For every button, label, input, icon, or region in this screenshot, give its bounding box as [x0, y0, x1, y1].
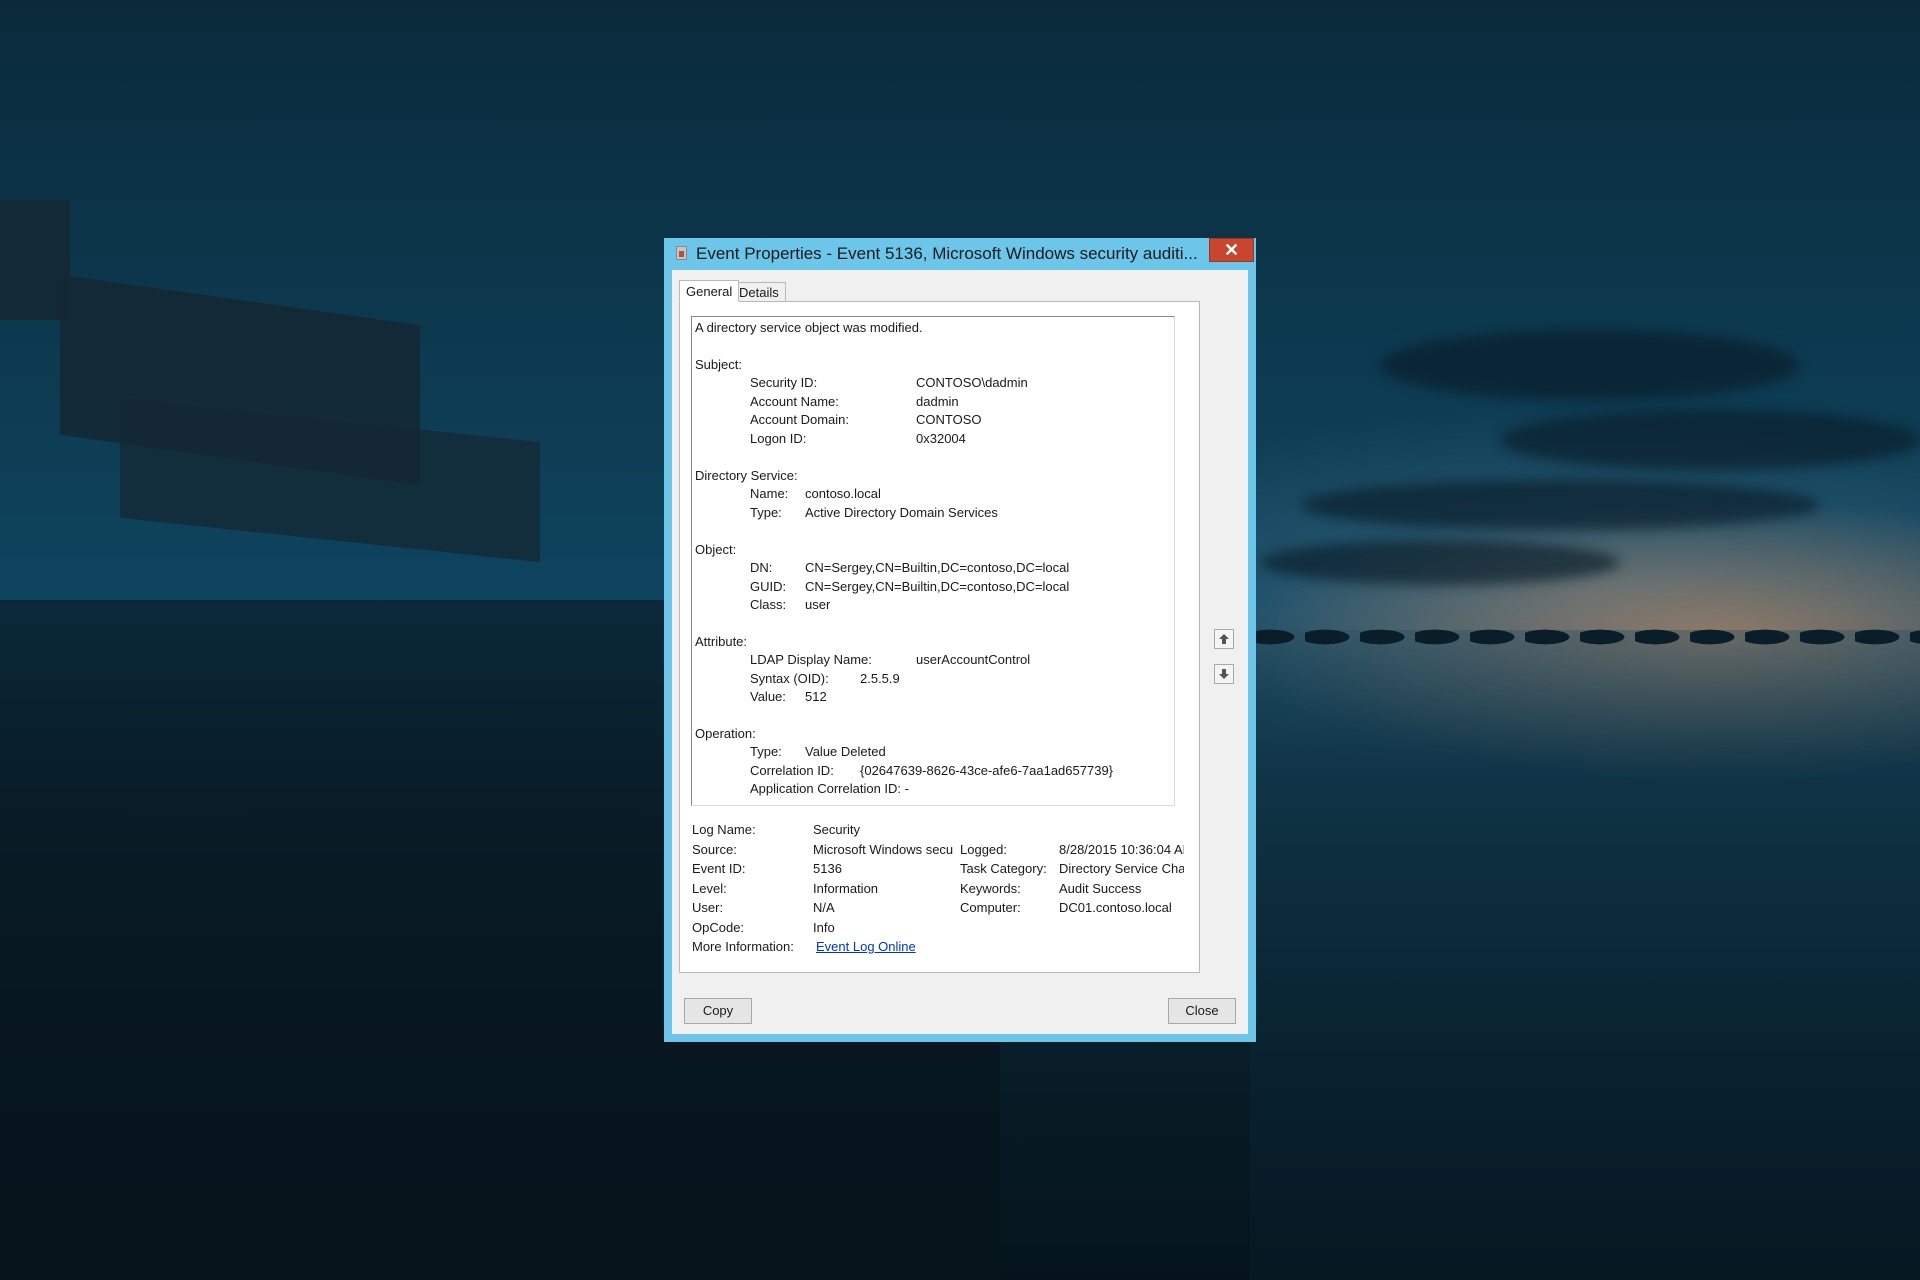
computer-value: DC01.contoso.local [1059, 900, 1172, 915]
operation-heading: Operation: [695, 726, 756, 741]
correlation-id-value: {02647639-8626-43ce-afe6-7aa1ad657739} [860, 763, 1114, 778]
event-log-online-link[interactable]: Event Log Online [816, 939, 916, 954]
event-id-label: Event ID: [692, 861, 746, 876]
account-name-value: dadmin [916, 394, 959, 409]
directory-service-heading: Directory Service: [695, 468, 798, 483]
account-name-label: Account Name: [750, 394, 839, 409]
attribute-heading: Attribute: [695, 634, 748, 649]
window-close-button[interactable]: ✕ [1209, 238, 1254, 262]
tab-general[interactable]: General [679, 280, 740, 302]
attribute-value-value: 512 [805, 689, 827, 704]
operation-type-label: Type: [750, 744, 782, 759]
wallpaper-cloud [1500, 410, 1920, 470]
syntax-oid-value: 2.5.5.9 [860, 671, 900, 686]
keywords-value: Audit Success [1059, 881, 1142, 896]
tab-details[interactable]: Details [732, 282, 786, 302]
security-id-label: Security ID: [750, 375, 818, 390]
object-class-value: user [805, 597, 831, 612]
operation-type-value: Value Deleted [805, 744, 886, 759]
object-heading: Object: [695, 542, 737, 557]
event-id-value: 5136 [813, 861, 842, 876]
ds-type-value: Active Directory Domain Services [805, 505, 998, 520]
logon-id-label: Logon ID: [750, 431, 807, 446]
wallpaper-cloud [1300, 480, 1820, 530]
logged-label: Logged: [960, 842, 1007, 857]
object-dn-value: CN=Sergey,CN=Builtin,DC=contoso,DC=local [805, 560, 1070, 575]
wallpaper-cloud [1260, 540, 1620, 585]
wallpaper-cloud [1380, 330, 1800, 400]
ds-name-value: contoso.local [805, 486, 881, 501]
correlation-id-label: Correlation ID: [750, 763, 834, 778]
user-label: User: [692, 900, 724, 915]
computer-label: Computer: [960, 900, 1021, 915]
wallpaper-building [120, 397, 540, 563]
close-icon: ✕ [1223, 240, 1240, 260]
keywords-label: Keywords: [960, 881, 1021, 896]
user-value: N/A [813, 900, 835, 915]
opcode-value: Info [813, 920, 835, 935]
down-arrow-icon [1219, 669, 1229, 679]
ds-type-label: Type: [750, 505, 782, 520]
ds-name-label: Name: [750, 486, 789, 501]
window-title: Event Properties - Event 5136, Microsoft… [696, 244, 1198, 263]
event-description-box[interactable]: A directory service object was modified.… [691, 316, 1175, 806]
source-label: Source: [692, 842, 737, 857]
task-category-label: Task Category: [960, 861, 1047, 876]
next-event-button[interactable] [1214, 664, 1234, 684]
logged-value: 8/28/2015 10:36:04 AM [1059, 842, 1184, 857]
more-information-label: More Information: [692, 939, 794, 954]
up-arrow-icon [1219, 634, 1229, 644]
event-viewer-app-icon [676, 246, 687, 260]
desktop-wallpaper-rocks [1250, 625, 1920, 649]
account-domain-value: CONTOSO [916, 412, 982, 427]
task-category-value: Directory Service Changes [1059, 861, 1184, 876]
ldap-display-name-value: userAccountControl [916, 652, 1031, 667]
title-bar[interactable]: Event Properties - Event 5136, Microsoft… [664, 238, 1256, 268]
level-label: Level: [692, 881, 727, 896]
object-dn-label: DN: [750, 560, 773, 575]
description-headline: A directory service object was modified. [695, 320, 923, 335]
subject-heading: Subject: [695, 357, 742, 372]
attribute-value-label: Value: [750, 689, 786, 704]
object-guid-label: GUID: [750, 579, 787, 594]
general-tab-panel: A directory service object was modified.… [679, 301, 1200, 973]
object-guid-value: CN=Sergey,CN=Builtin,DC=contoso,DC=local [805, 579, 1070, 594]
opcode-label: OpCode: [692, 920, 745, 935]
previous-event-button[interactable] [1214, 629, 1234, 649]
event-properties-dialog: Event Properties - Event 5136, Microsoft… [664, 238, 1256, 1042]
application-correlation-id: Application Correlation ID: - [750, 781, 909, 796]
security-id-value: CONTOSO\dadmin [916, 375, 1028, 390]
close-button[interactable]: Close [1168, 998, 1236, 1024]
source-value: Microsoft Windows security auditing. [813, 842, 953, 857]
logon-id-value: 0x32004 [916, 431, 966, 446]
log-name-value: Security [813, 822, 860, 837]
level-value: Information [813, 881, 879, 896]
syntax-oid-label: Syntax (OID): [750, 671, 829, 686]
copy-button[interactable]: Copy [684, 998, 752, 1024]
object-class-label: Class: [750, 597, 787, 612]
ldap-display-name-label: LDAP Display Name: [750, 652, 872, 667]
desktop-wallpaper-sea [1250, 630, 1920, 1280]
log-name-label: Log Name: [692, 822, 756, 837]
account-domain-label: Account Domain: [750, 412, 849, 427]
dialog-client-area: General Details A directory service obje… [672, 270, 1248, 1034]
